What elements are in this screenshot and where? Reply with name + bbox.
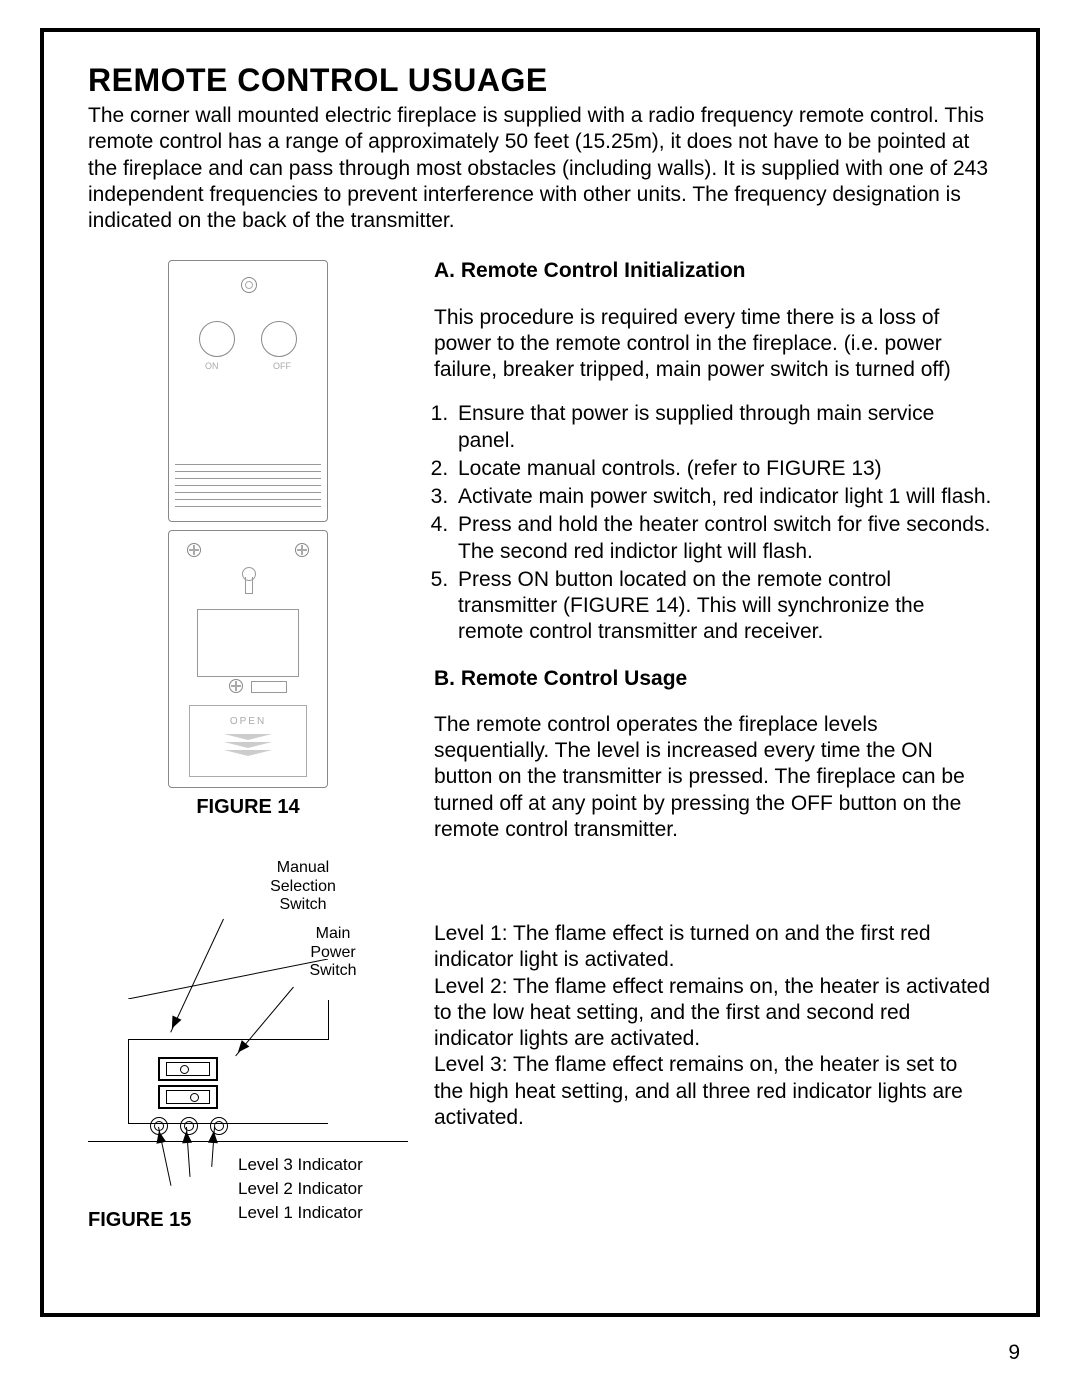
step-item: Press ON button located on the remote co… [454,567,992,646]
section-a-intro: This procedure is required every time th… [434,305,992,384]
remote-speaker-grill-icon [175,458,321,513]
step-item: Press and hold the heater control switch… [454,512,992,565]
section-a-heading: A. Remote Control Initialization [434,258,992,284]
screw-icon [187,543,201,557]
figure-14-illustration: ON OFF OPEN [168,260,328,788]
page-number: 9 [1008,1341,1020,1365]
screw-icon [229,679,243,693]
figure-15-illustration: Manual Selection Switch Main Power Switc… [88,859,408,1219]
manual-selection-switch-callout: Manual Selection Switch [258,859,348,914]
figure-15-label: FIGURE 15 [88,1209,191,1232]
section-b-heading: B. Remote Control Usage [434,666,992,692]
remote-off-label: OFF [273,361,291,371]
section-b-intro: The remote control operates the fireplac… [434,712,992,843]
keyhole-icon [240,567,256,593]
figure-14-label: FIGURE 14 [88,796,408,819]
remote-off-button-icon [261,321,297,357]
page-title: REMOTE CONTROL USUAGE [88,62,992,99]
screw-icon [295,543,309,557]
remote-on-button-icon [199,321,235,357]
step-item: Activate main power switch, red indicato… [454,484,992,510]
levels-description: Level 1: The flame effect is turned on a… [434,921,992,1131]
remote-led-icon [241,277,257,293]
battery-arrows-icon [190,734,306,756]
back-panel-icon [197,609,299,677]
step-item: Ensure that power is supplied through ma… [454,401,992,454]
level-2-indicator-label: Level 2 Indicator [238,1179,363,1199]
battery-open-label: OPEN [190,716,306,727]
intro-text: The corner wall mounted electric firepla… [88,103,992,234]
remote-on-label: ON [205,361,219,371]
level-3-indicator-label: Level 3 Indicator [238,1155,363,1175]
slot-icon [251,681,287,693]
switch-group-icon [158,1057,218,1113]
step-item: Locate manual controls. (refer to FIGURE… [454,456,992,482]
level-1-indicator-label: Level 1 Indicator [238,1203,363,1223]
battery-cover-icon: OPEN [189,705,307,777]
initialization-steps: Ensure that power is supplied through ma… [454,401,992,645]
